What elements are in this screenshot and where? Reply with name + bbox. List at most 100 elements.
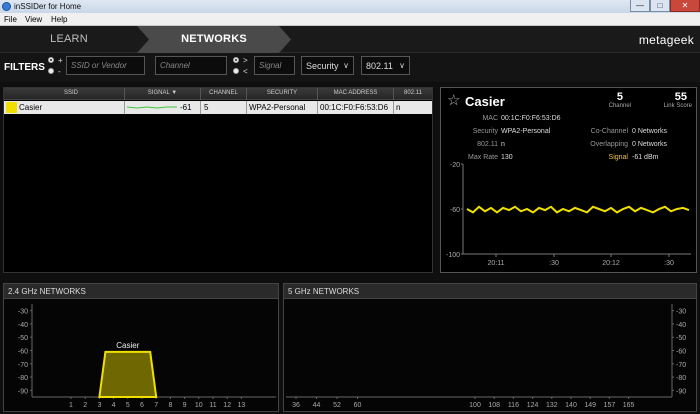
x-tick-label: 36 (292, 402, 300, 409)
col-signal[interactable]: SIGNAL ▼ (125, 90, 200, 96)
network-color-swatch (6, 102, 17, 113)
x-tick-label: 52 (333, 402, 341, 409)
panel-2-4ghz-title: 2.4 GHz NETWORKS (8, 287, 86, 296)
y-tick-label: -60 (18, 349, 28, 356)
signal-time-chart: -20 -60 -100 20:11:30 20:12:30 (446, 162, 691, 267)
chart-2-4ghz: -30-40-50-60-70-80-901 2 3 4 5 6 7 8 9 10 11 12 13Ca… (18, 304, 276, 409)
overlapping-label: Overlapping (590, 141, 628, 148)
y-tick-label: -50 (676, 335, 686, 342)
x-tick-label: 149 (584, 402, 596, 409)
x-tick-label: 9 (183, 402, 187, 409)
menu-view[interactable]: View (25, 15, 42, 24)
col-ssid[interactable]: SSID (18, 90, 124, 96)
column-divider (124, 101, 125, 114)
x-tick-label: 20:11 (488, 260, 505, 267)
x-tick-label: 6 (140, 402, 144, 409)
column-divider (393, 101, 394, 114)
overlapping-value: 0 Networks (632, 141, 668, 148)
x-tick-label: 20:12 (602, 260, 620, 267)
ssid-filter-input[interactable]: SSID or Vendor (66, 56, 145, 75)
column-divider (246, 101, 247, 114)
x-tick-label: 116 (508, 402, 519, 409)
detail-channel-label: Channel (608, 103, 631, 109)
signal-less-radio[interactable] (233, 68, 239, 74)
col-channel[interactable]: CHANNEL (201, 90, 246, 96)
cell-ssid: Casier (19, 103, 43, 112)
menu-file[interactable]: File (4, 15, 17, 24)
x-tick-label: 60 (354, 402, 362, 409)
panel-2-4ghz-header: 2.4 GHz NETWORKS (4, 284, 278, 299)
col-standard[interactable]: 802.11 (394, 90, 432, 96)
standard-value: n (501, 141, 505, 148)
app-icon (2, 2, 11, 11)
mac-value: 00:1C:F0:F6:53:D6 (501, 115, 561, 122)
cochannel-value: 0 Networks (632, 128, 668, 135)
security-filter-label: Security (306, 61, 339, 71)
maximize-button[interactable]: □ (650, 0, 670, 12)
menu-help[interactable]: Help (51, 15, 67, 24)
security-filter-select[interactable]: Security ∨ (301, 56, 354, 75)
star-icon[interactable]: ☆ (447, 91, 460, 109)
detail-link-score-label: Link Score (663, 103, 692, 109)
filters-label: FILTERS (4, 62, 45, 73)
standard-filter-select[interactable]: 802.11 ∨ (361, 56, 410, 75)
ssid-exclude-radio[interactable] (48, 68, 54, 74)
network-table: SSID SIGNAL ▼ CHANNEL SECURITY MAC ADDRE… (3, 87, 433, 273)
minimize-button[interactable]: — (630, 0, 650, 12)
y-tick-label: -20 (450, 162, 460, 169)
y-tick-label: -80 (18, 375, 28, 382)
x-tick-label: 140 (565, 402, 577, 409)
metageek-logo: metageek (638, 33, 694, 47)
x-tick-label: 5 (126, 402, 130, 409)
signal-filter-input[interactable]: Signal (254, 56, 295, 75)
close-button[interactable]: ✕ (670, 0, 700, 12)
x-tick-label: 12 (223, 402, 231, 409)
signal-series-line (466, 205, 690, 214)
y-tick-label: -90 (676, 388, 686, 395)
minus-label: - (58, 67, 61, 76)
y-tick-label: -50 (18, 335, 28, 342)
y-tick-label: -100 (446, 252, 460, 259)
cell-standard: n (396, 103, 401, 112)
tab-learn[interactable]: LEARN (0, 26, 138, 53)
menu-bar: File View Help (0, 13, 700, 26)
cell-security: WPA2-Personal (249, 103, 306, 112)
y-tick-label: -40 (18, 322, 28, 329)
plus-label: + (58, 56, 63, 65)
y-tick-label: -60 (676, 349, 686, 356)
panel-5ghz: 5 GHz NETWORKS -30 -40 -50 -60 -70 -80 -90 36 44… (283, 283, 697, 412)
signal-sparkline (127, 106, 177, 109)
col-security[interactable]: SECURITY (247, 90, 317, 96)
tab-networks[interactable]: NETWORKS (137, 26, 291, 53)
greater-label: > (243, 56, 248, 65)
chevron-down-icon: ∨ (399, 61, 405, 70)
column-divider (200, 101, 201, 114)
y-tick-label: -30 (18, 309, 28, 316)
table-row[interactable]: Casier -61 5 WPA2-Personal 00:1C:F0:F6:5… (4, 101, 432, 114)
ssid-include-radio[interactable] (48, 57, 54, 63)
x-tick-label: 44 (313, 402, 321, 409)
signal-greater-radio[interactable] (233, 57, 239, 63)
x-tick-label: 13 (238, 402, 246, 409)
network-detail-panel: ☆ Casier 5 Channel 55 Link Score MAC 00:… (440, 87, 697, 273)
network-channel-label: Casier (116, 341, 139, 350)
standard-label: 802.11 (477, 141, 498, 148)
panel-5ghz-header: 5 GHz NETWORKS (284, 284, 696, 299)
channel-filter-input[interactable]: Channel (155, 56, 227, 75)
panel-5ghz-title: 5 GHz NETWORKS (288, 287, 360, 296)
cell-mac: 00:1C:F0:F6:53:D6 (320, 103, 389, 112)
mac-label: MAC (482, 115, 498, 122)
y-tick-label: -70 (676, 362, 686, 369)
y-tick-label: -40 (676, 322, 686, 329)
title-bar: inSSIDer for Home — □ ✕ (0, 0, 700, 13)
cell-channel: 5 (204, 103, 209, 112)
x-tick-label: 108 (488, 402, 500, 409)
x-tick-label: 3 (97, 402, 101, 409)
detail-channel-value: 5 (616, 91, 623, 103)
x-tick-label: 100 (469, 402, 481, 409)
x-tick-label: :30 (549, 260, 559, 267)
app-window: inSSIDer for Home — □ ✕ File View Help L… (0, 0, 700, 414)
chart-5ghz: -30 -40 -50 -60 -70 -80 -90 36 44 52 60 100 108 116 12… (286, 304, 686, 409)
col-mac[interactable]: MAC ADDRESS (318, 90, 393, 96)
x-tick-label: 124 (527, 402, 539, 409)
